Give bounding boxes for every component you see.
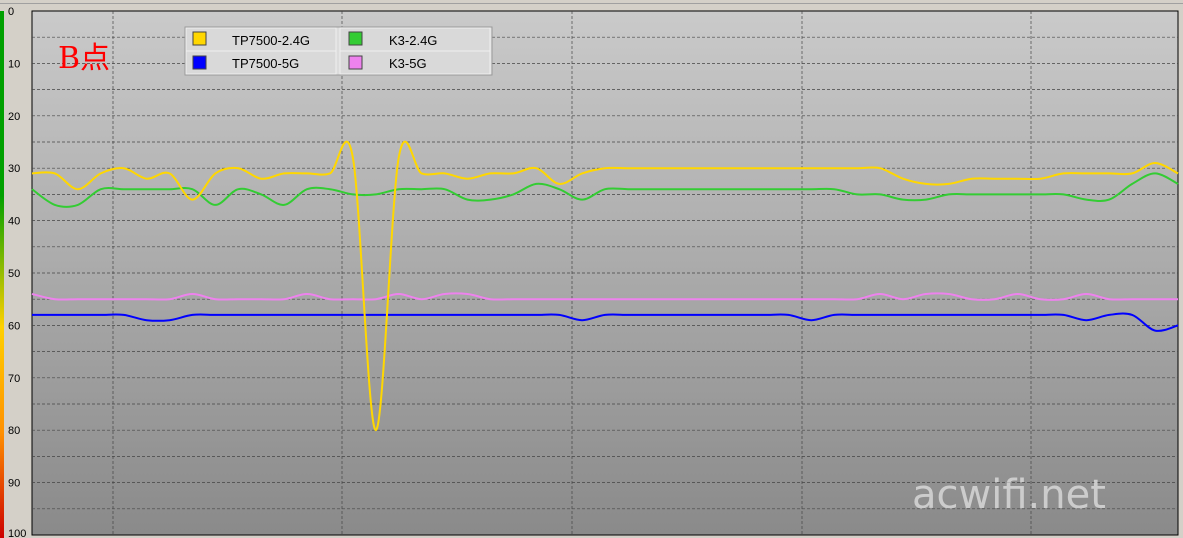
y-tick-label: 40 bbox=[8, 216, 20, 228]
y-tick-label: 30 bbox=[8, 163, 20, 175]
legend-swatch-k3-5g bbox=[348, 55, 363, 70]
signal-color-bar bbox=[0, 11, 4, 538]
line-chart: 0 10 20 30 40 50 60 70 80 90 100 B点 TP7500-2.4G K3… bbox=[0, 0, 1183, 538]
legend-swatch-k3-24g bbox=[348, 31, 363, 46]
legend-item-k3-24g: K3-2.4G bbox=[339, 27, 491, 52]
y-tick-label: 70 bbox=[8, 373, 20, 385]
legend-item-tp7500-24g: TP7500-2.4G bbox=[185, 27, 337, 52]
chart-title: B点 bbox=[58, 41, 110, 76]
watermark: acwifi.net bbox=[912, 472, 1106, 518]
legend-swatch-tp7500-5g bbox=[192, 55, 207, 70]
legend: TP7500-2.4G K3-2.4G TP7500-5G K3-5G bbox=[184, 26, 493, 76]
legend-label-k3-24g: K3-2.4G bbox=[389, 33, 437, 48]
legend-item-tp7500-5g: TP7500-5G bbox=[185, 50, 337, 75]
y-tick-label: 50 bbox=[8, 268, 20, 280]
y-axis-ticks: 0 10 20 30 40 50 60 70 80 90 100 bbox=[8, 6, 26, 538]
y-tick-label: 0 bbox=[8, 6, 14, 18]
y-tick-label: 10 bbox=[8, 58, 20, 70]
legend-item-k3-5g: K3-5G bbox=[339, 50, 491, 75]
legend-label-tp7500-5g: TP7500-5G bbox=[232, 56, 299, 71]
legend-label-tp7500-24g: TP7500-2.4G bbox=[232, 33, 310, 48]
y-tick-label: 80 bbox=[8, 425, 20, 437]
y-tick-label: 100 bbox=[8, 528, 26, 538]
y-tick-label: 20 bbox=[8, 111, 20, 123]
y-tick-label: 60 bbox=[8, 320, 20, 332]
chart-window: 0 10 20 30 40 50 60 70 80 90 100 B点 TP7500-2.4G K3… bbox=[0, 0, 1183, 538]
y-tick-label: 90 bbox=[8, 478, 20, 490]
legend-label-k3-5g: K3-5G bbox=[389, 56, 427, 71]
top-strip bbox=[0, 0, 1183, 9]
legend-swatch-tp7500-24g bbox=[192, 31, 207, 46]
